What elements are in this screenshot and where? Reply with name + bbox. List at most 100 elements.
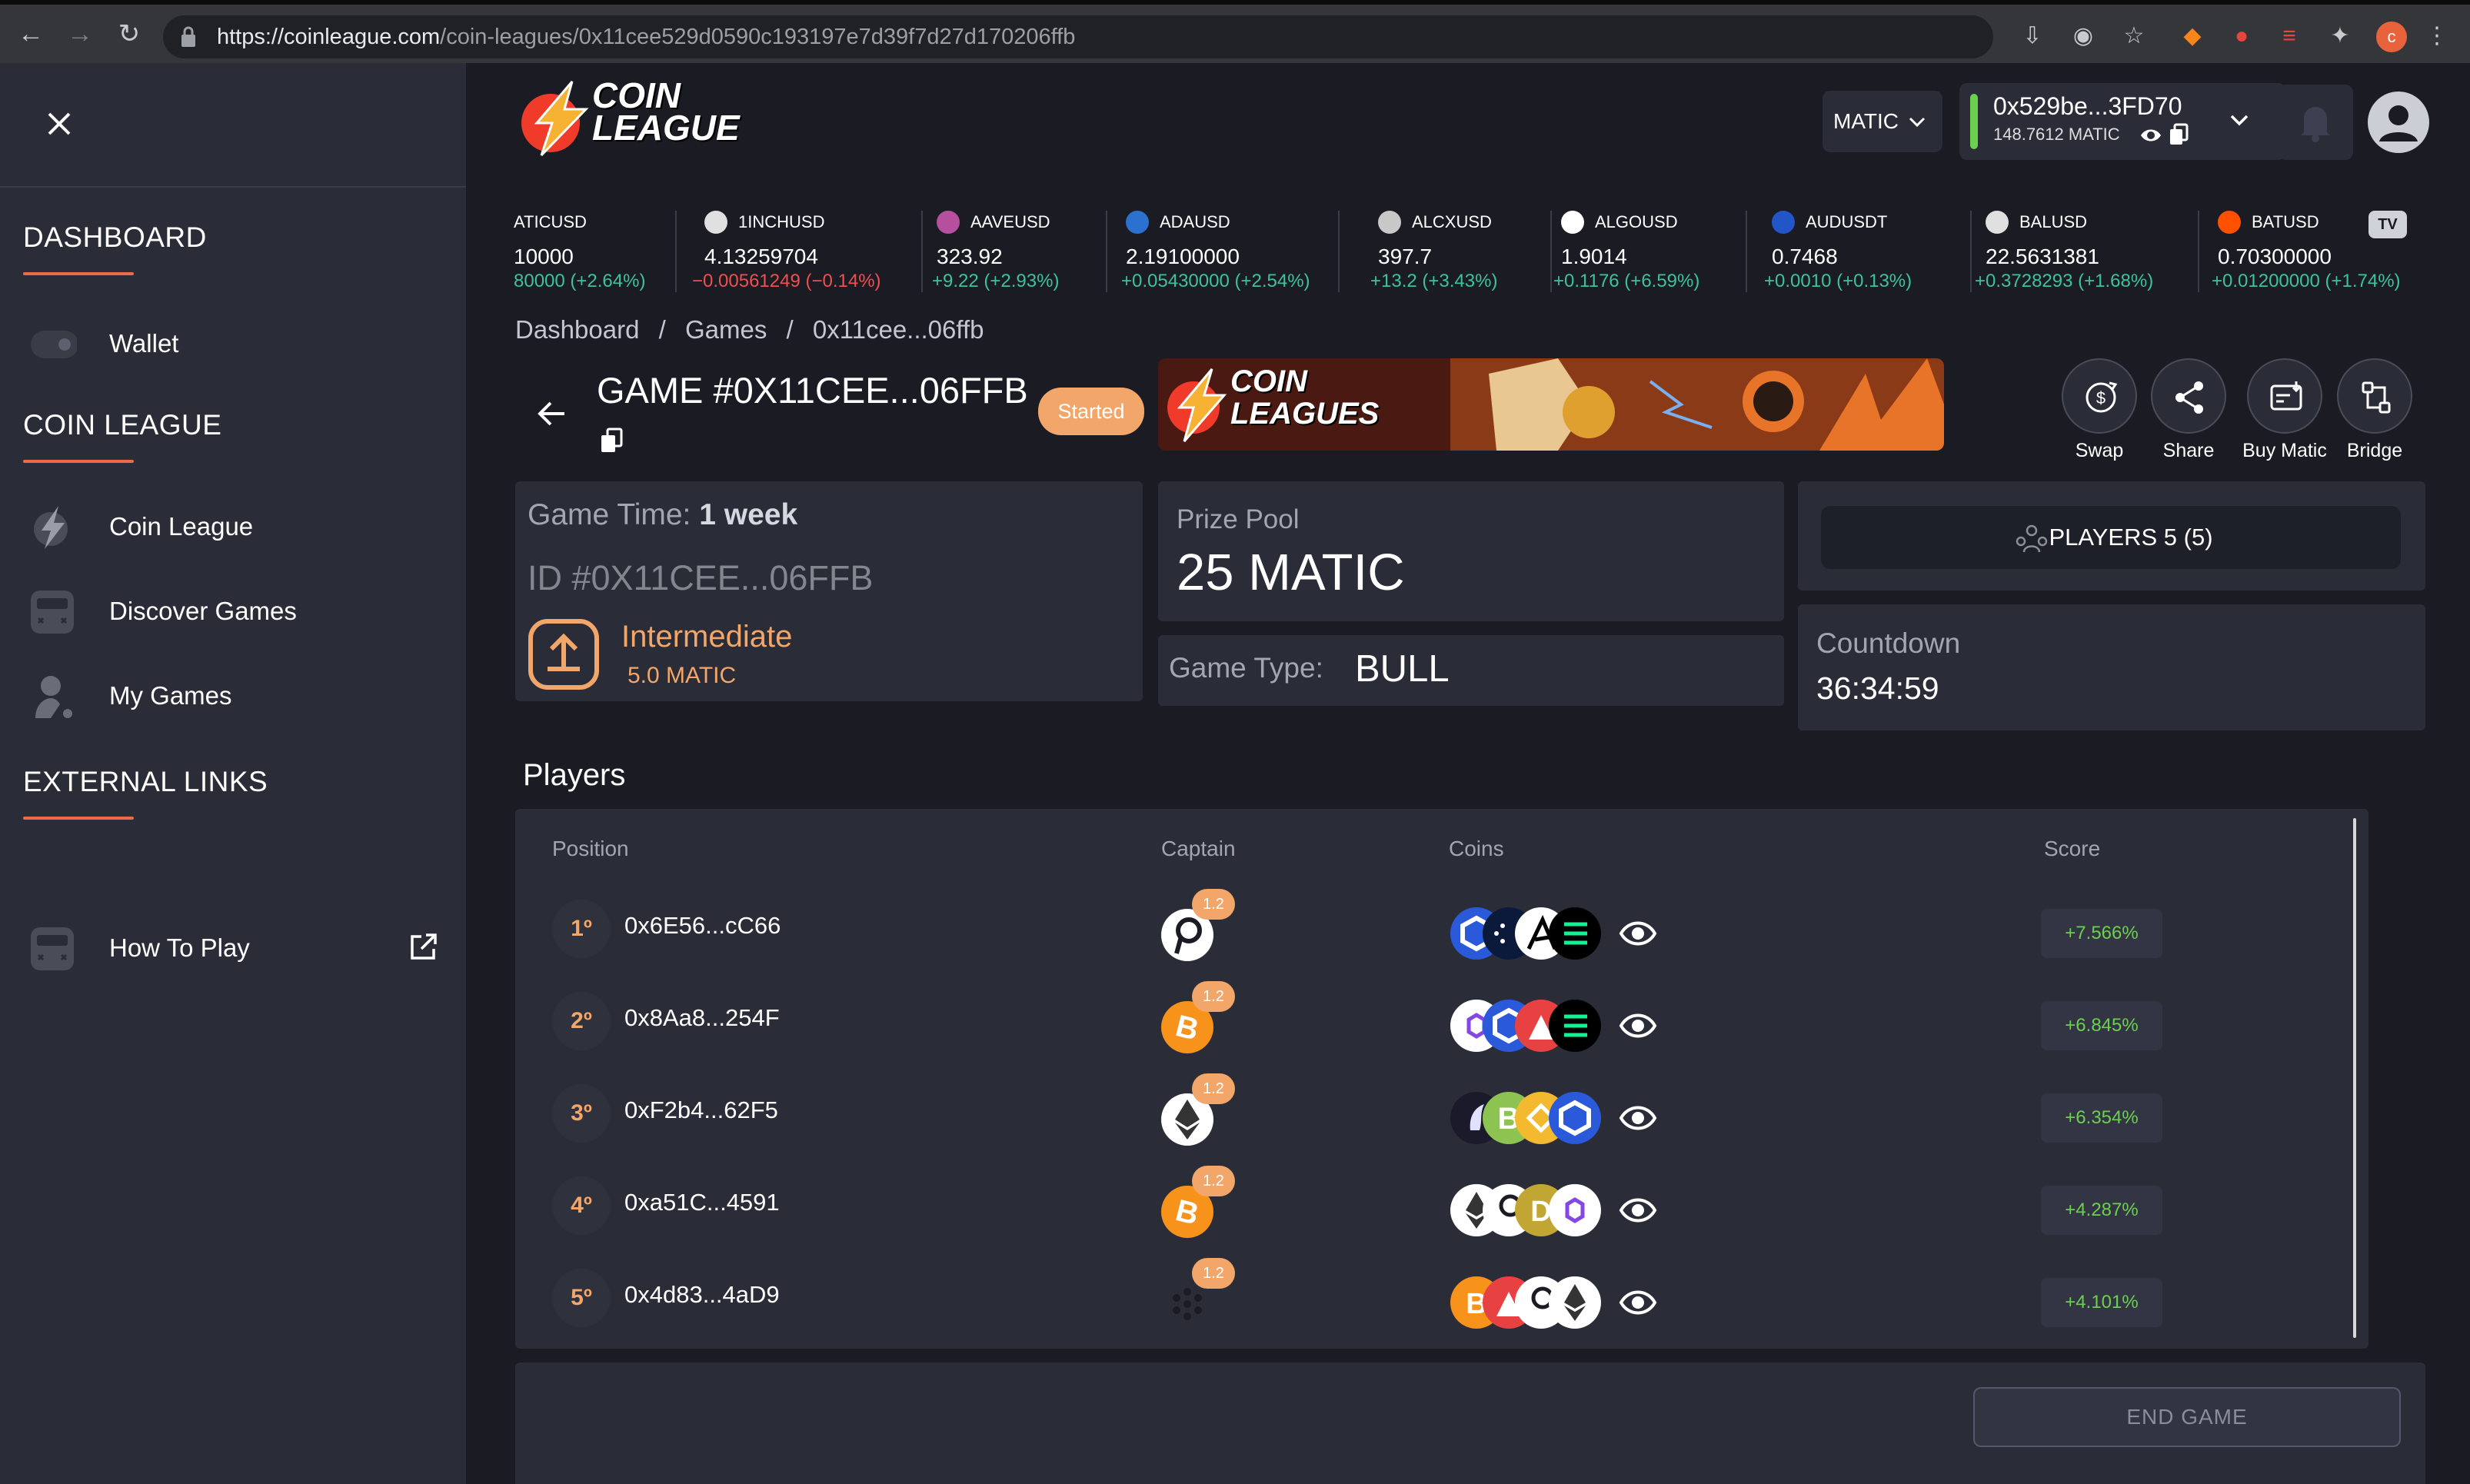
star-icon[interactable]: ☆ <box>2119 22 2149 51</box>
extension-icon[interactable]: ● <box>2227 22 2256 51</box>
eye-icon[interactable] <box>1618 1100 1658 1136</box>
external-link-icon[interactable] <box>408 932 438 963</box>
coin-league-logo[interactable]: COIN LEAGUE <box>515 75 740 160</box>
network-selector[interactable]: MATIC <box>1823 91 1942 152</box>
page-title: GAME #0X11CEE...06FFB <box>597 370 1028 411</box>
eye-icon[interactable] <box>1618 1284 1658 1321</box>
banner-text: COIN <box>1230 364 1307 398</box>
browser-toolbar: ← → ↻ https://coinleague.com/coin-league… <box>0 0 2470 63</box>
sidebar-item-label: Wallet <box>109 329 179 358</box>
section-heading-dashboard: DASHBOARD <box>23 221 207 253</box>
players-button[interactable]: PLAYERS 5 (5) <box>1821 506 2401 569</box>
notifications-button[interactable] <box>2278 85 2353 160</box>
table-row[interactable]: 4º 0xa51C...4591 B 1.2 D +4.287% <box>515 1156 2338 1241</box>
price-ticker[interactable]: ATICUSD 10000 80000 (+2.64%) 1INCHUSD 4.… <box>514 206 2444 298</box>
coin-flag-icon <box>1561 211 1584 234</box>
ticker-item: AAVEUSD 323.92 +9.22 (+2.93%) <box>932 206 1115 298</box>
action-label: Bridge <box>2346 440 2403 461</box>
end-game-button[interactable]: END GAME <box>1973 1387 2401 1447</box>
share-button[interactable]: Share <box>2150 358 2227 466</box>
eye-icon[interactable] <box>1618 1007 1658 1044</box>
puzzle-icon[interactable]: ✦ <box>2325 22 2355 51</box>
score-badge: +6.845% <box>2041 1001 2162 1050</box>
prize-pool-label: Prize Pool <box>1177 504 1300 534</box>
position-badge: 5º <box>552 1269 611 1327</box>
player-address[interactable]: 0xa51C...4591 <box>624 1189 780 1216</box>
sidebar-item-wallet[interactable]: Wallet <box>23 314 438 375</box>
coin-flag-icon <box>1986 211 2009 234</box>
breadcrumb-dashboard[interactable]: Dashboard <box>515 315 639 344</box>
entry-amount: 5.0 MATIC <box>627 663 737 688</box>
reload-icon[interactable]: ↻ <box>114 18 145 49</box>
share-icon <box>2151 358 2226 434</box>
sidebar-item-my-games[interactable]: My Games <box>23 666 438 727</box>
address-bar[interactable]: https://coinleague.com/coin-leagues/0x11… <box>163 15 1993 58</box>
forward-icon[interactable]: → <box>65 18 95 49</box>
user-avatar-button[interactable] <box>2361 85 2436 160</box>
metamask-icon[interactable]: ◆ <box>2178 22 2207 51</box>
game-actions-bar: END GAME <box>515 1363 2425 1484</box>
player-address[interactable]: 0x8Aa8...254F <box>624 1004 780 1032</box>
sidebar-item-label: How To Play <box>109 933 250 962</box>
breadcrumb: Dashboard / Games / 0x11cee...06ffb <box>515 315 996 344</box>
chevron-down-icon[interactable] <box>2224 105 2255 135</box>
profile-avatar[interactable]: c <box>2376 22 2407 52</box>
bell-icon <box>2301 107 2330 142</box>
scrollbar[interactable] <box>2353 818 2356 1338</box>
connection-indicator <box>1970 94 1978 149</box>
coins-stack: B <box>1450 1276 1601 1329</box>
heading-underline <box>23 460 134 463</box>
breadcrumb-games[interactable]: Games <box>685 315 767 344</box>
gamepad-icon <box>31 591 74 634</box>
ticker-item: ADAUSD 2.19100000 +0.05430000 (+2.54%) <box>1121 206 1340 298</box>
copy-icon[interactable] <box>2169 123 2189 146</box>
bridge-button[interactable]: Bridge <box>2336 358 2413 466</box>
svg-text:D: D <box>1530 1196 1551 1228</box>
install-icon[interactable]: ⇩ <box>2018 22 2047 51</box>
sidebar-item-how-to-play[interactable]: How To Play <box>23 918 438 980</box>
player-address[interactable]: 0x4d83...4aD9 <box>624 1281 780 1309</box>
wallet-account-button[interactable]: 0x529be...3FD70 148.7612 MATIC <box>1959 83 2285 160</box>
score-badge: +6.354% <box>2041 1093 2162 1143</box>
eye-icon[interactable] <box>1618 915 1658 952</box>
player-address[interactable]: 0xF2b4...62F5 <box>624 1096 778 1124</box>
buy-matic-button[interactable]: Buy Matic <box>2242 358 2327 466</box>
svg-text:$: $ <box>2096 388 2105 408</box>
eye-icon[interactable] <box>2139 126 2162 145</box>
tradingview-icon[interactable]: TV <box>2368 211 2407 238</box>
game-id: ID #0X11CEE...06FFB <box>528 558 874 597</box>
breadcrumb-separator: / <box>786 315 794 344</box>
back-icon[interactable]: ← <box>15 18 46 49</box>
players-label: PLAYERS 5 (5) <box>2049 524 2213 551</box>
eye-off-icon[interactable]: ◉ <box>2069 22 2098 51</box>
eye-icon[interactable] <box>1618 1192 1658 1229</box>
game-time: Game Time: 1 week <box>528 498 798 531</box>
coin-leagues-banner: COIN LEAGUES <box>1158 358 1944 451</box>
copy-icon[interactable] <box>600 428 623 454</box>
table-row[interactable]: 2º 0x8Aa8...254F B 1.2 +6.845% <box>515 972 2338 1056</box>
wallet-balance: 148.7612 MATIC <box>1993 125 2120 144</box>
network-label: MATIC <box>1833 109 1899 133</box>
polygon-icon <box>1549 1184 1601 1236</box>
bridge-icon <box>2337 358 2412 434</box>
table-row[interactable]: 1º 0x6E56...cC66 1.2 +7.566% <box>515 880 2338 964</box>
more-icon[interactable]: ⋮ <box>2422 22 2452 51</box>
sidebar-item-coin-league[interactable]: Coin League <box>23 497 438 558</box>
position-badge: 2º <box>552 992 611 1050</box>
captain-multiplier-badge: 1.2 <box>1192 1166 1235 1196</box>
sidebar-item-discover-games[interactable]: Discover Games <box>23 581 438 643</box>
swap-button[interactable]: $ Swap <box>2061 358 2138 466</box>
player-address[interactable]: 0x6E56...cC66 <box>624 912 781 940</box>
close-icon[interactable] <box>43 108 75 140</box>
table-row[interactable]: 5º 0x4d83...4aD9 1.2 B +4.101% <box>515 1249 2338 1333</box>
captain-multiplier-badge: 1.2 <box>1192 1258 1235 1289</box>
table-row[interactable]: 3º 0xF2b4...62F5 1.2 B +6.354% <box>515 1064 2338 1149</box>
coin-league-icon <box>34 506 68 549</box>
ticker-item: ALCXUSD 397.7 +13.2 (+3.43%) <box>1370 206 1555 298</box>
ticker-item: ATICUSD 10000 80000 (+2.64%) <box>514 206 698 298</box>
back-arrow-icon[interactable] <box>534 395 571 432</box>
breadcrumb-current: 0x11cee...06ffb <box>812 315 984 344</box>
avatar-icon <box>2368 92 2429 153</box>
coin-flag-icon <box>1772 211 1795 234</box>
extension-icon[interactable]: ≡ <box>2275 22 2304 51</box>
